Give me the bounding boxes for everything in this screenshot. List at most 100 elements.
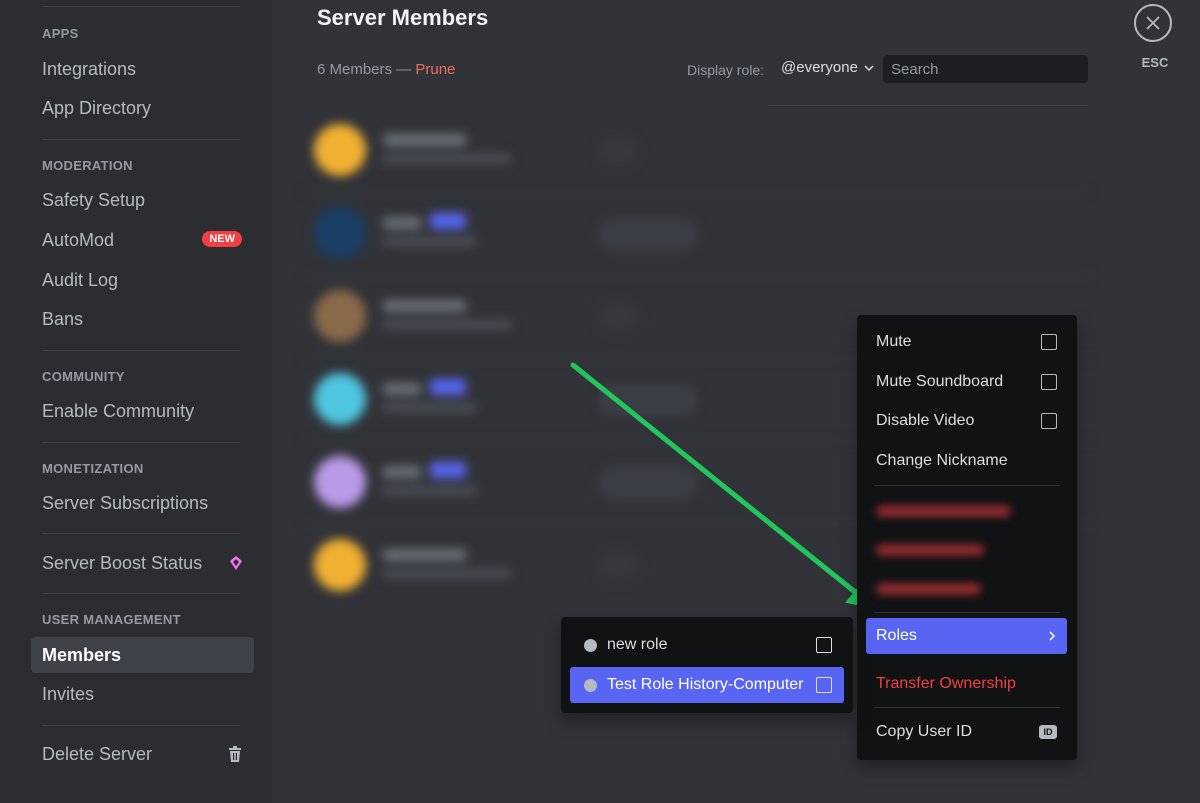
prune-link[interactable]: Prune bbox=[415, 61, 455, 78]
divider bbox=[42, 6, 240, 7]
member-name-blurred bbox=[382, 134, 467, 146]
member-tag-blurred bbox=[430, 213, 466, 229]
close-icon bbox=[1146, 16, 1160, 30]
member-roles-blurred bbox=[598, 549, 638, 583]
display-role-value: @everyone bbox=[781, 59, 858, 76]
role-color-dot bbox=[584, 638, 597, 652]
search-input[interactable] bbox=[889, 59, 1092, 79]
member-name-blurred bbox=[382, 300, 467, 312]
menu-item-transfer-ownership[interactable]: Transfer Ownership bbox=[866, 666, 1067, 702]
menu-item-mute-soundboard[interactable]: Mute Soundboard bbox=[866, 364, 1067, 400]
member-row[interactable] bbox=[302, 110, 1092, 193]
section-community: COMMUNITY bbox=[42, 369, 125, 384]
chevron-right-icon bbox=[1049, 631, 1056, 641]
sidebar-item-server-subscriptions[interactable]: Server Subscriptions bbox=[31, 485, 254, 521]
avatar bbox=[314, 539, 366, 591]
role-color-dot bbox=[584, 678, 597, 692]
boost-gem-icon bbox=[230, 556, 242, 570]
divider bbox=[874, 707, 1060, 708]
page-title: Server Members bbox=[317, 5, 489, 30]
member-roles-blurred bbox=[598, 383, 698, 417]
sidebar-item-enable-community[interactable]: Enable Community bbox=[31, 393, 254, 429]
sidebar-item-delete-server[interactable]: Delete Server bbox=[31, 736, 254, 772]
role-option[interactable]: new role bbox=[570, 627, 844, 663]
search-box[interactable] bbox=[883, 55, 1092, 83]
menu-item-copy-user-id[interactable]: Copy User ID ID bbox=[866, 714, 1067, 750]
menu-item-label: Mute Soundboard bbox=[876, 373, 1004, 390]
menu-item-label: Roles bbox=[876, 627, 917, 644]
sidebar-item-members[interactable]: Members bbox=[31, 637, 254, 673]
menu-item-label: Disable Video bbox=[876, 412, 975, 429]
divider bbox=[42, 350, 240, 351]
member-username-blurred bbox=[382, 154, 512, 163]
member-count-text: 6 Members — bbox=[317, 61, 416, 78]
trash-icon bbox=[229, 746, 241, 762]
member-username-blurred bbox=[382, 569, 512, 578]
divider bbox=[874, 612, 1060, 613]
new-badge: NEW bbox=[202, 231, 242, 247]
member-name-blurred bbox=[382, 383, 422, 395]
divider bbox=[42, 593, 240, 594]
avatar bbox=[314, 124, 366, 176]
member-row[interactable] bbox=[302, 193, 1092, 276]
roles-submenu: new role Test Role History-Computer bbox=[561, 617, 853, 713]
avatar bbox=[314, 290, 366, 342]
role-option[interactable]: Test Role History-Computer bbox=[570, 667, 844, 703]
display-role-label: Display role: bbox=[687, 62, 765, 78]
menu-item-label: Mute bbox=[876, 333, 912, 350]
sidebar-item-bans[interactable]: Bans bbox=[31, 301, 254, 337]
menu-item-roles[interactable]: Roles bbox=[866, 618, 1067, 654]
sidebar-item-label: Server Boost Status bbox=[42, 552, 203, 573]
member-roles-blurred bbox=[598, 217, 698, 251]
member-context-menu: Mute Mute Soundboard Disable Video Chang… bbox=[857, 315, 1077, 760]
menu-item-blurred[interactable] bbox=[876, 583, 981, 595]
member-username-blurred bbox=[382, 237, 477, 246]
member-name-blurred bbox=[382, 466, 422, 478]
menu-item-blurred[interactable] bbox=[876, 505, 1011, 517]
member-tag-blurred bbox=[430, 379, 466, 395]
member-username-blurred bbox=[382, 403, 477, 412]
menu-item-label: Copy User ID bbox=[876, 723, 973, 740]
sidebar-item-audit-log[interactable]: Audit Log bbox=[31, 262, 254, 298]
divider bbox=[768, 105, 1088, 106]
sidebar-item-server-boost-status[interactable]: Server Boost Status bbox=[31, 545, 254, 581]
role-label: Test Role History-Computer bbox=[607, 676, 804, 693]
member-roles-blurred bbox=[598, 466, 698, 500]
esc-label: ESC bbox=[1141, 55, 1169, 70]
role-checkbox[interactable] bbox=[816, 637, 832, 653]
divider bbox=[42, 533, 240, 534]
menu-item-mute[interactable]: Mute bbox=[866, 324, 1067, 360]
role-checkbox[interactable] bbox=[816, 677, 832, 693]
sidebar-item-app-directory[interactable]: App Directory bbox=[31, 90, 254, 126]
sidebar-item-invites[interactable]: Invites bbox=[31, 676, 254, 712]
member-name-blurred bbox=[382, 549, 467, 561]
disable-video-checkbox[interactable] bbox=[1041, 413, 1057, 429]
section-monetization: MONETIZATION bbox=[42, 461, 144, 476]
member-username-blurred bbox=[382, 486, 477, 495]
mute-soundboard-checkbox[interactable] bbox=[1041, 374, 1057, 390]
display-role-dropdown[interactable]: @everyone bbox=[781, 59, 874, 76]
sidebar-item-label: AutoMod bbox=[42, 229, 115, 250]
menu-item-disable-video[interactable]: Disable Video bbox=[866, 403, 1067, 439]
member-tag-blurred bbox=[430, 462, 466, 478]
member-roles-blurred bbox=[598, 134, 638, 168]
member-username-blurred bbox=[382, 320, 512, 329]
close-button[interactable] bbox=[1134, 4, 1172, 42]
divider bbox=[42, 725, 240, 726]
avatar bbox=[314, 373, 366, 425]
section-apps: APPS bbox=[42, 26, 79, 41]
divider bbox=[42, 442, 240, 443]
member-name-blurred bbox=[382, 217, 422, 229]
menu-item-change-nickname[interactable]: Change Nickname bbox=[866, 443, 1067, 479]
mute-checkbox[interactable] bbox=[1041, 334, 1057, 350]
avatar bbox=[314, 207, 366, 259]
sidebar-item-integrations[interactable]: Integrations bbox=[31, 51, 254, 87]
divider bbox=[874, 485, 1060, 486]
section-moderation: MODERATION bbox=[42, 158, 133, 173]
menu-item-blurred[interactable] bbox=[876, 544, 984, 556]
sidebar-item-safety-setup[interactable]: Safety Setup bbox=[31, 182, 254, 218]
id-icon: ID bbox=[1039, 725, 1057, 739]
chevron-down-icon bbox=[864, 64, 874, 71]
sidebar-item-automod[interactable]: AutoMod NEW bbox=[31, 222, 254, 258]
settings-sidebar: APPS Integrations App Directory MODERATI… bbox=[0, 0, 272, 803]
